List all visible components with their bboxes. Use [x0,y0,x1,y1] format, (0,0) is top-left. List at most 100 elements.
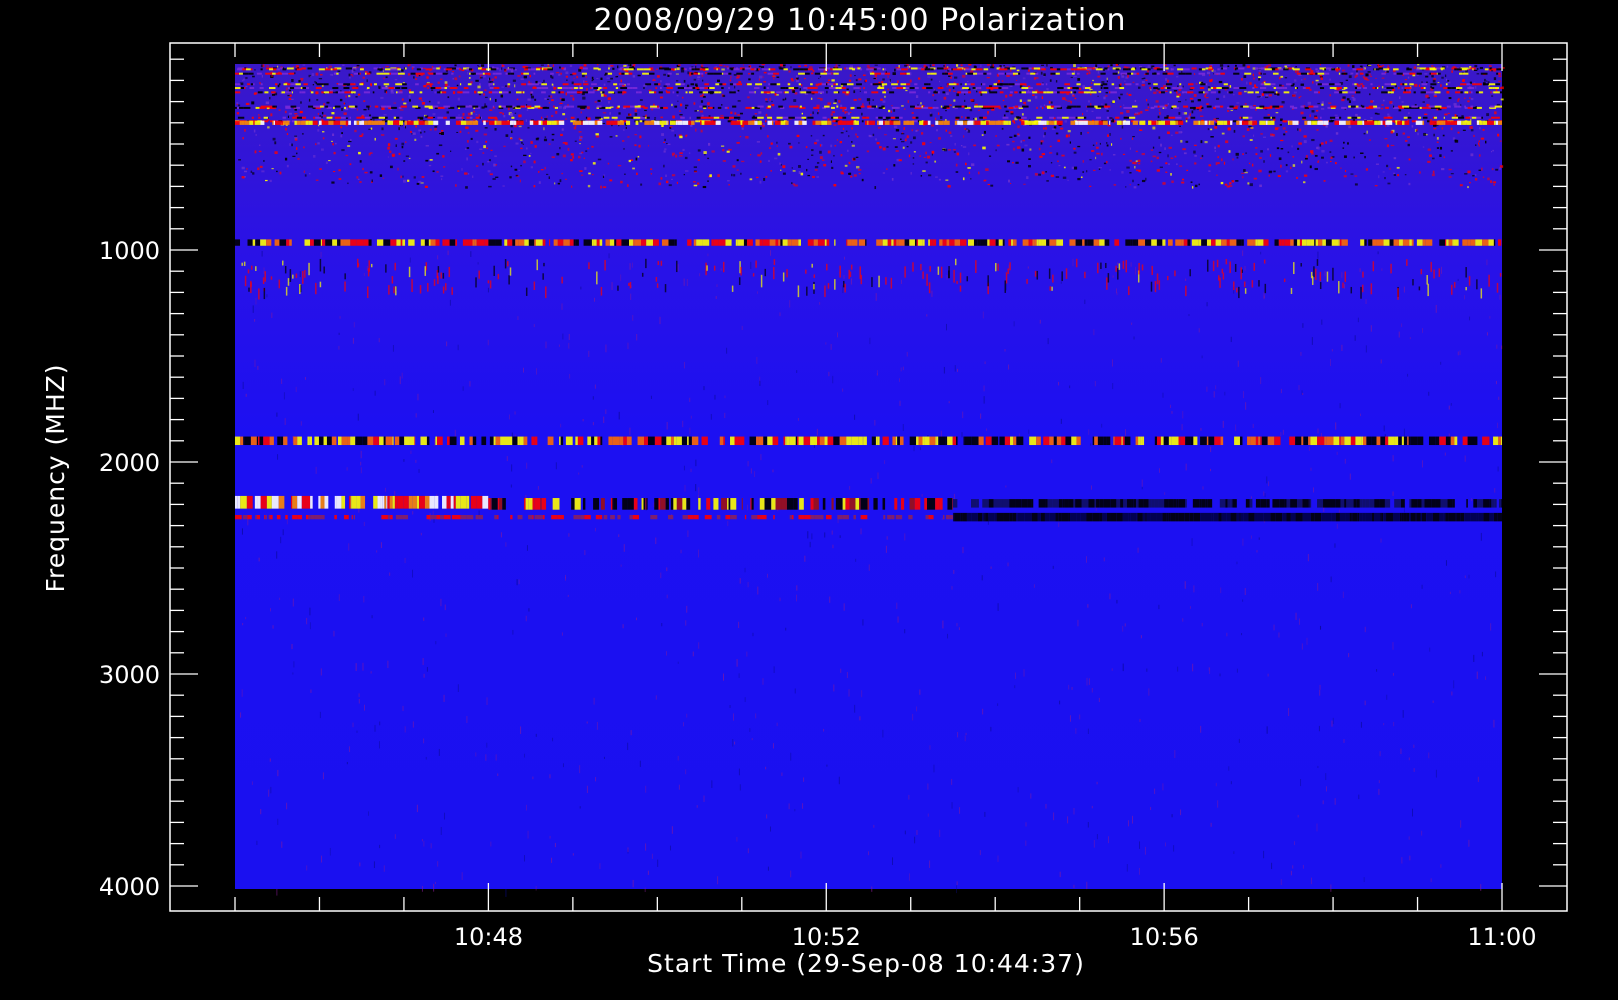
band-segment [1138,436,1141,446]
band-segment [1489,512,1494,522]
band-segment [623,105,631,108]
band-segment [1451,116,1456,119]
band-segment [1472,83,1477,86]
band-segment [846,91,849,94]
band-segment [1273,87,1276,90]
band-segment [240,495,247,509]
band-segment [528,239,535,246]
band-segment [626,120,631,125]
band-segment [650,105,658,108]
band-segment [1012,120,1015,123]
band-segment [704,87,709,90]
band-segment [944,105,950,108]
band-segment [1046,105,1051,108]
band-segment [1437,436,1440,446]
band-segment [908,515,913,520]
band-segment [498,91,503,94]
band-segment [780,239,783,246]
band-segment [1331,512,1336,522]
band-segment [1028,239,1030,246]
band-segment [602,91,605,94]
band-segment [247,515,252,520]
band-segment [1490,105,1495,108]
band-segment [245,68,251,71]
band-segment [1318,91,1320,94]
band-segment [272,105,276,108]
band-segment [840,83,847,86]
band-segment [1095,68,1103,71]
band-segment [532,87,537,90]
band-segment [1416,72,1422,75]
band-segment [1400,499,1405,508]
x-tick-label: 10:48 [454,923,523,951]
band-segment [1013,436,1017,446]
band-segment [1390,87,1394,90]
band-segment [935,106,939,109]
band-segment [912,116,916,119]
band-segment [862,436,864,446]
band-segment [315,116,322,119]
band-segment [390,515,393,520]
band-segment [574,87,578,90]
band-segment [909,498,915,510]
band-segment [1269,83,1271,86]
band-segment [896,239,899,246]
band-segment [980,239,988,246]
band-segment [447,436,450,446]
band-segment [1357,87,1362,90]
band-segment [1300,72,1308,75]
band-segment [308,120,313,125]
band-segment [1281,239,1285,246]
band-segment [898,106,900,109]
band-segment [1135,436,1139,446]
band-segment [701,120,705,125]
band-segment [1313,91,1319,94]
band-segment [1334,68,1341,71]
band-segment [987,239,990,246]
band-segment [699,72,704,75]
band-segment [563,68,566,71]
band-segment [952,68,957,71]
band-segment [1158,91,1161,94]
band-segment [301,495,306,509]
band-segment [1476,512,1479,522]
band-segment [1360,239,1365,246]
band-segment [707,106,713,109]
band-segment [505,120,510,125]
band-segment [1076,436,1081,446]
band-segment [326,436,332,446]
band-segment [613,498,618,510]
band-segment [1107,68,1110,71]
band-segment [1207,120,1209,125]
band-segment [707,116,714,119]
band-segment [350,83,356,86]
band-segment [1242,116,1249,119]
band-segment [1329,120,1334,123]
band-segment [506,68,512,71]
band-segment [432,105,439,108]
band-segment [1024,512,1032,522]
band-segment [728,87,730,90]
band-segment [260,68,263,71]
band-segment [325,239,333,246]
band-segment [1475,91,1479,94]
band-segment [1395,120,1398,125]
band-segment [579,83,582,86]
band-segment [1178,499,1186,508]
band-segment [973,120,975,125]
band-segment [239,120,242,125]
band-segment [838,116,843,119]
band-segment [1458,116,1465,119]
band-segment [1103,87,1109,90]
band-segment [1075,499,1082,508]
band-segment [1466,120,1472,125]
band-segment [977,120,981,125]
band-segment [714,91,719,94]
band-segment [484,239,489,246]
band-segment [1261,436,1268,446]
band-segment [699,91,703,94]
band-segment [917,239,923,246]
band-segment [842,116,847,119]
band-segment [1082,87,1085,90]
band-segment [724,116,730,119]
